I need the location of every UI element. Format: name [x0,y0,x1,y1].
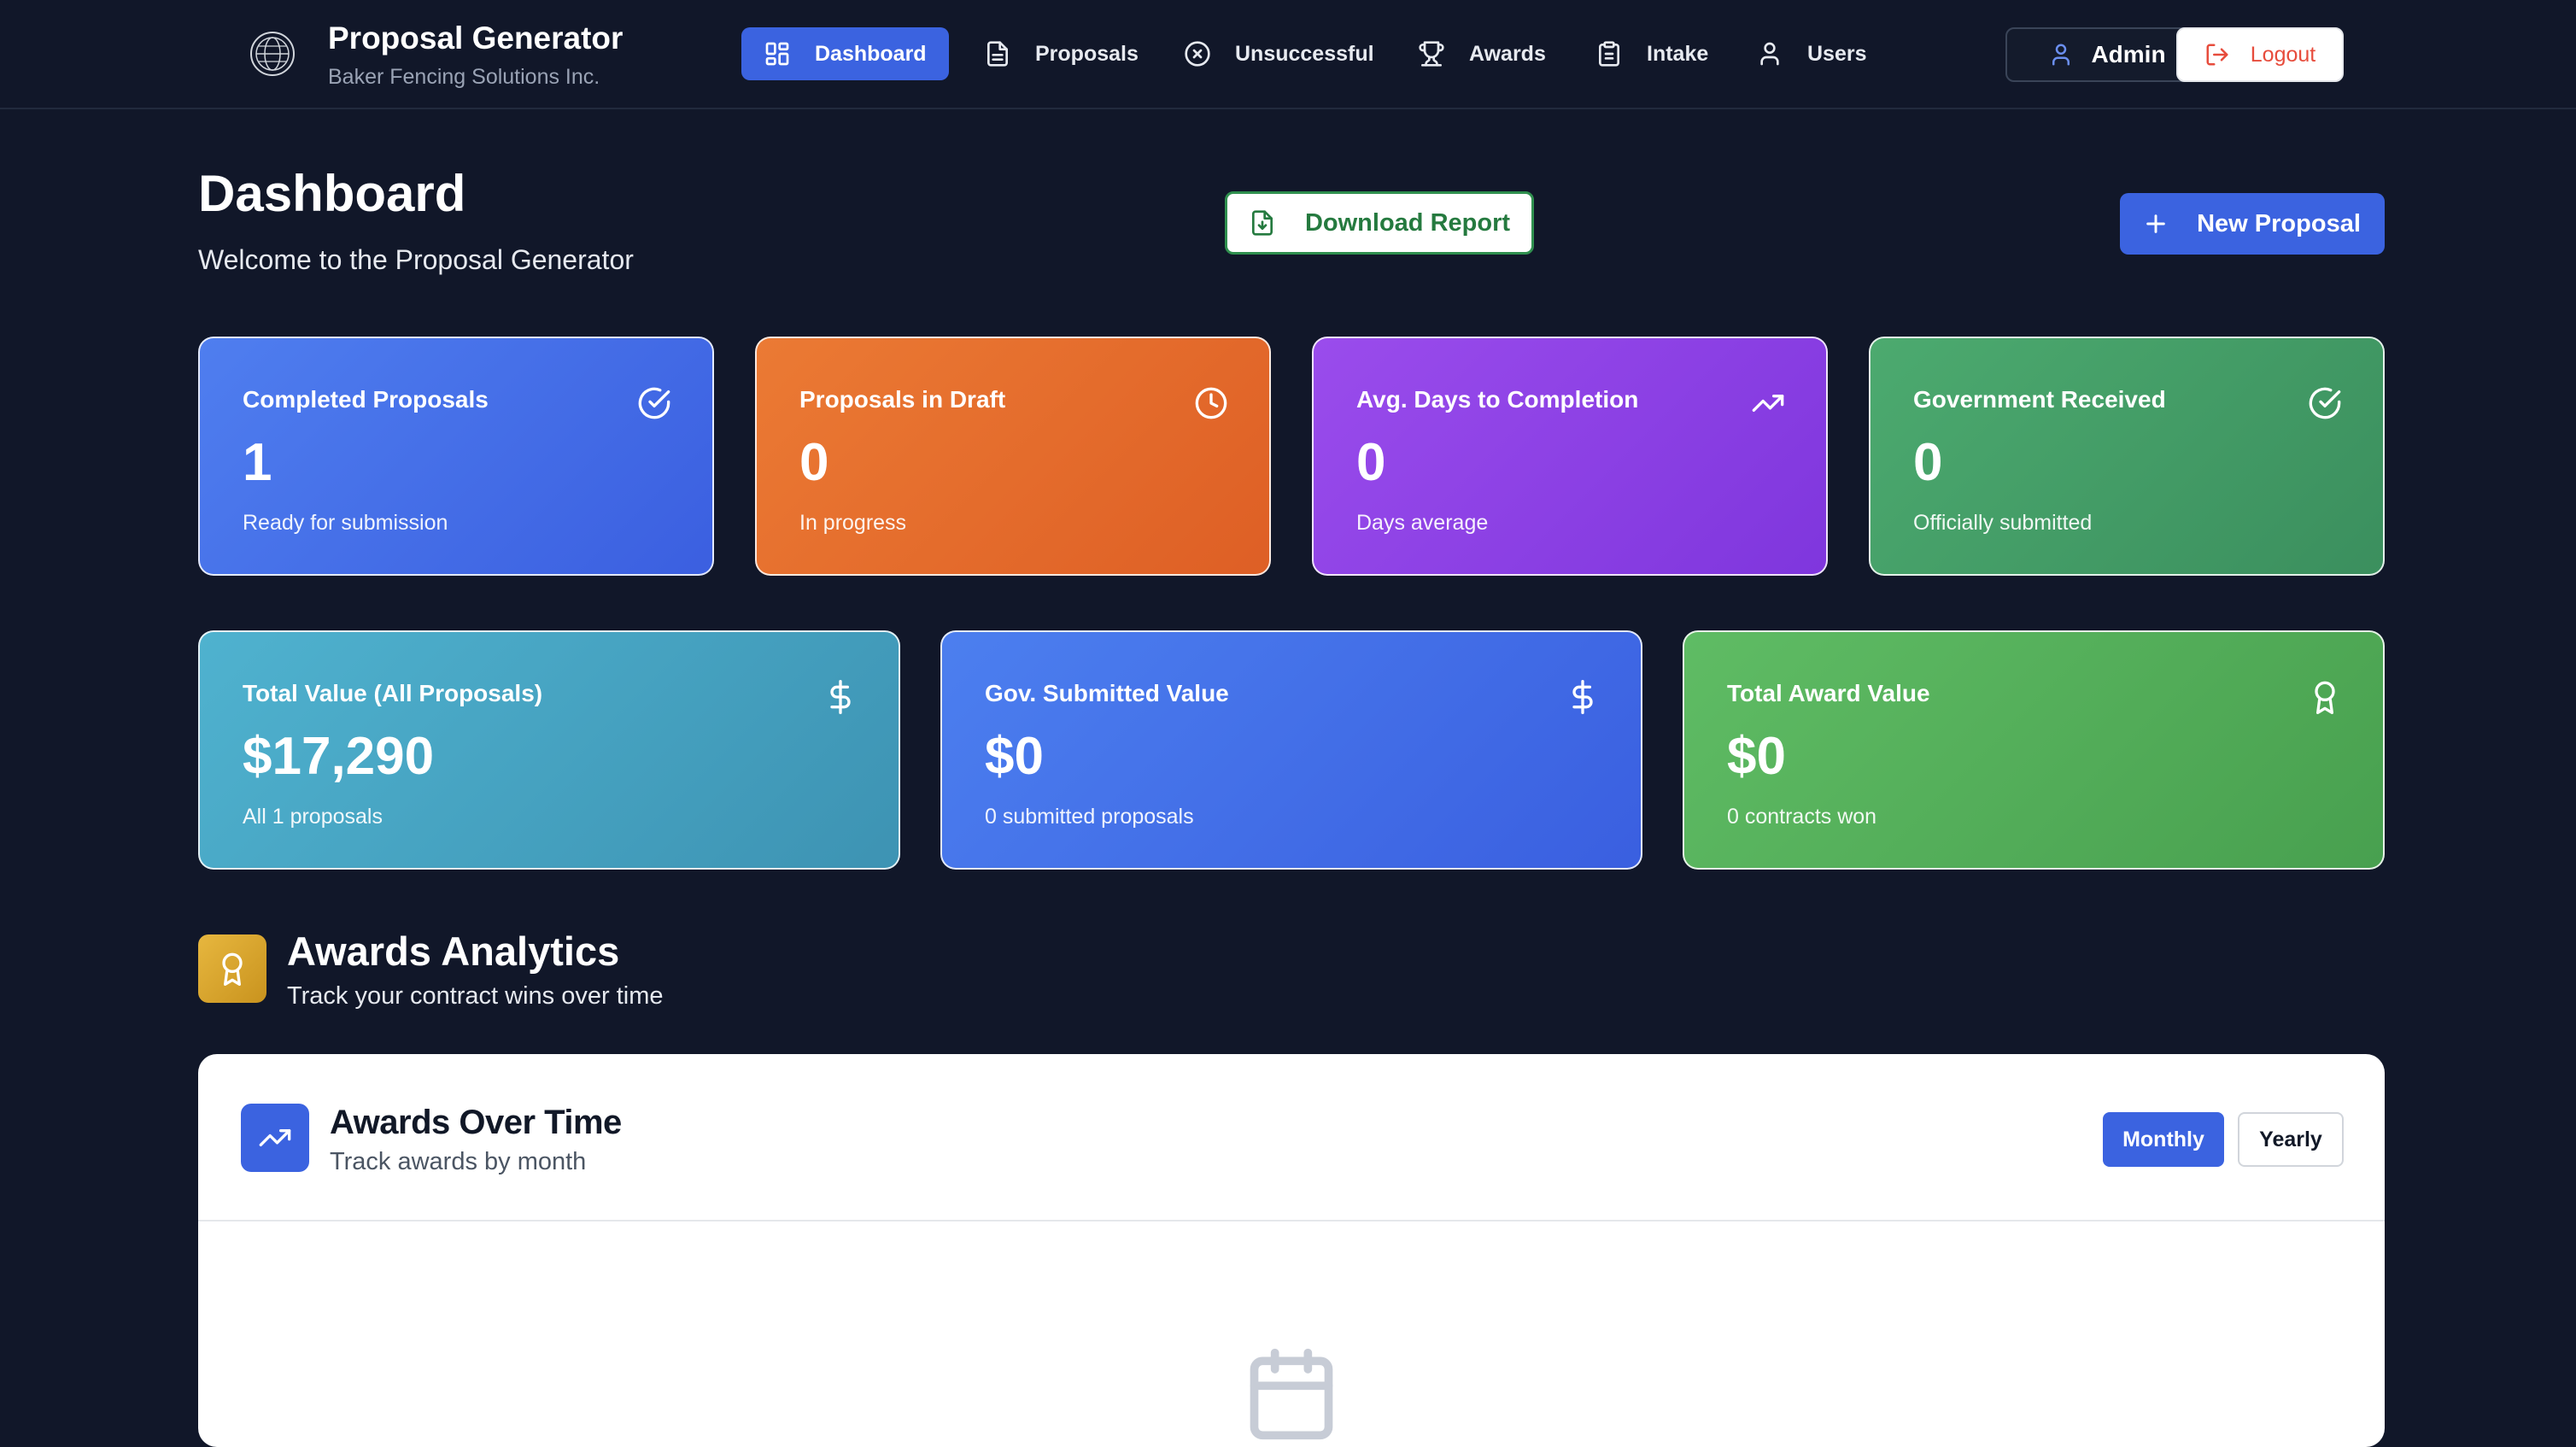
page-subtitle: Welcome to the Proposal Generator [198,244,634,275]
stat-value: 0 [799,433,829,492]
user-icon [1760,42,1779,66]
stat-value: 0 [1913,433,1943,492]
stat-card-completed-proposals: Completed Proposals 1 Ready for submissi… [198,337,714,576]
yearly-toggle-button[interactable]: Yearly [2238,1112,2344,1167]
download-report-label: Download Report [1304,208,1511,237]
stat-card-gov-submitted-value: Gov. Submitted Value $0 0 submitted prop… [940,630,1642,870]
awards-over-time-panel: Awards Over Time Track awards by month M… [198,1054,2385,1447]
check-circle-icon [638,387,670,419]
trending-up-icon [1752,395,1784,412]
section-title: Awards Analytics [287,929,620,974]
stat-description: All 1 proposals [243,805,383,829]
stat-value: $0 [985,727,1044,786]
app-title: Proposal Generator [328,21,624,56]
dollar-icon [830,680,851,714]
stat-card-total-award-value: Total Award Value $0 0 contracts won [1683,630,2385,870]
stat-title: Government Received [1913,386,2166,413]
stat-description: Ready for submission [243,511,448,535]
trending-up-icon [259,1129,291,1146]
stat-title: Total Value (All Proposals) [243,680,543,706]
stat-description: Days average [1356,511,1489,535]
panel-header: Awards Over Time Track awards by month M… [198,1054,2385,1221]
nav-users-label: Users [1807,41,1867,66]
monthly-toggle-button[interactable]: Monthly [2103,1112,2224,1167]
x-circle-icon [1185,41,1210,67]
stat-value: 0 [1356,433,1386,492]
nav-unsuccessful-label: Unsuccessful [1235,41,1374,66]
stat-description: 0 contracts won [1727,805,1877,829]
nav-unsuccessful[interactable]: Unsuccessful [1162,27,1396,80]
awards-analytics-badge [198,934,266,1003]
logout-button[interactable]: Logout [2176,27,2344,82]
document-icon [987,41,1008,67]
top-navigation-bar: Proposal Generator Baker Fencing Solutio… [0,0,2576,109]
stat-title: Avg. Days to Completion [1356,386,1639,413]
check-circle-icon [2309,387,2341,419]
stat-description: Officially submitted [1913,511,2093,535]
stat-description: 0 submitted proposals [985,805,1194,829]
stat-description: In progress [799,511,907,535]
stat-title: Gov. Submitted Value [985,680,1229,706]
nav-awards-label: Awards [1469,41,1546,66]
stat-card-government-received: Government Received 0 Officially submitt… [1869,337,2385,576]
stat-value: 1 [243,433,272,492]
dollar-icon [1572,680,1593,714]
logout-icon [2206,44,2228,66]
trophy-icon [1419,41,1444,67]
logout-label: Logout [2250,42,2316,67]
award-icon [222,952,243,986]
new-proposal-label: New Proposal [2197,209,2361,237]
panel-subtitle: Track awards by month [330,1148,587,1175]
file-download-icon [1251,210,1273,236]
user-icon [2052,44,2070,66]
stat-title: Total Award Value [1727,680,1930,706]
stat-value: $0 [1727,727,1786,786]
clipboard-icon [1599,41,1619,67]
clock-icon [1195,387,1227,419]
nav-proposals-label: Proposals [1035,41,1139,66]
stat-card-avg-days: Avg. Days to Completion 0 Days average [1312,337,1828,576]
admin-label: Admin [2091,41,2166,67]
new-proposal-button[interactable]: New Proposal [2120,193,2385,255]
nav-intake-label: Intake [1647,41,1709,66]
nav-intake[interactable]: Intake [1573,27,1730,80]
award-icon [2315,681,2335,714]
nav-users[interactable]: Users [1734,27,1889,80]
globe-seal-icon [248,29,297,79]
grid-icon [765,42,789,66]
plus-icon [2146,214,2165,233]
download-report-button[interactable]: Download Report [1225,191,1534,255]
panel-icon-badge [241,1104,309,1172]
nav-dashboard[interactable]: Dashboard [741,27,949,80]
company-name: Baker Fencing Solutions Inc. [328,65,600,89]
nav-proposals[interactable]: Proposals [962,27,1161,80]
nav-awards[interactable]: Awards [1396,27,1568,80]
stat-title: Completed Proposals [243,386,489,413]
calendar-icon [1250,1348,1333,1440]
nav-dashboard-label: Dashboard [815,41,927,66]
stat-card-proposals-in-draft: Proposals in Draft 0 In progress [755,337,1271,576]
stat-value: $17,290 [243,727,435,786]
stat-title: Proposals in Draft [799,386,1006,413]
section-subtitle: Track your contract wins over time [287,982,664,1010]
panel-title: Awards Over Time [330,1104,622,1141]
page-title: Dashboard [198,165,466,222]
stat-card-total-value: Total Value (All Proposals) $17,290 All … [198,630,900,870]
